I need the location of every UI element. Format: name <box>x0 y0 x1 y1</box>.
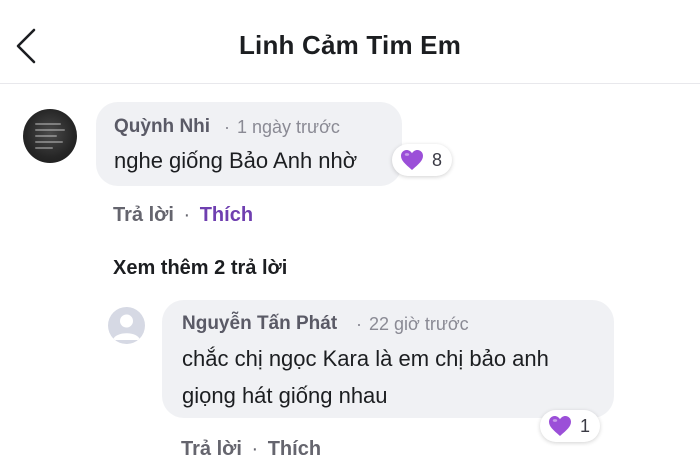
meta-separator: · <box>224 117 230 137</box>
avatar-texture <box>35 123 61 125</box>
reaction-count: 8 <box>432 149 443 170</box>
purple-heart-icon <box>401 150 423 170</box>
view-more-replies-button[interactable]: Xem thêm 2 trả lời <box>113 257 287 280</box>
reply-actions: Trả lời · Thích <box>181 438 321 461</box>
avatar[interactable] <box>108 307 145 344</box>
comment-time: 1 ngày trước <box>237 117 340 137</box>
avatar-texture <box>35 147 53 149</box>
like-button[interactable]: Thích <box>200 204 253 226</box>
reply-text-line: chắc chị ngọc Kara là em chị bảo anh <box>182 346 549 371</box>
reaction-count: 1 <box>580 415 591 436</box>
avatar-texture <box>35 135 57 137</box>
avatar-texture <box>35 129 65 131</box>
reply-button[interactable]: Trả lời <box>113 204 174 226</box>
reply-author[interactable]: Nguyễn Tấn Phát <box>182 313 337 335</box>
like-button[interactable]: Thích <box>268 438 321 460</box>
purple-heart-icon <box>549 416 571 436</box>
reply-time: 22 giờ trước <box>369 314 469 334</box>
comment-actions: Trả lời · Thích <box>113 204 253 227</box>
avatar[interactable] <box>23 109 77 163</box>
action-separator: · <box>183 204 191 226</box>
action-separator: · <box>251 438 259 460</box>
default-user-icon <box>113 314 140 340</box>
reaction-badge[interactable]: 1 <box>540 410 601 442</box>
comment-text: nghe giống Bảo Anh nhờ <box>114 148 358 173</box>
top-bar: Linh Cảm Tim Em <box>0 0 700 84</box>
comment-author[interactable]: Quỳnh Nhi <box>114 116 210 138</box>
meta-separator: · <box>356 314 362 334</box>
avatar-texture <box>35 141 63 143</box>
reply-text-line: giọng hát giống nhau <box>182 383 388 408</box>
page-title: Linh Cảm Tim Em <box>238 30 462 60</box>
reply-button[interactable]: Trả lời <box>181 438 242 460</box>
reaction-badge[interactable]: 8 <box>392 144 453 176</box>
